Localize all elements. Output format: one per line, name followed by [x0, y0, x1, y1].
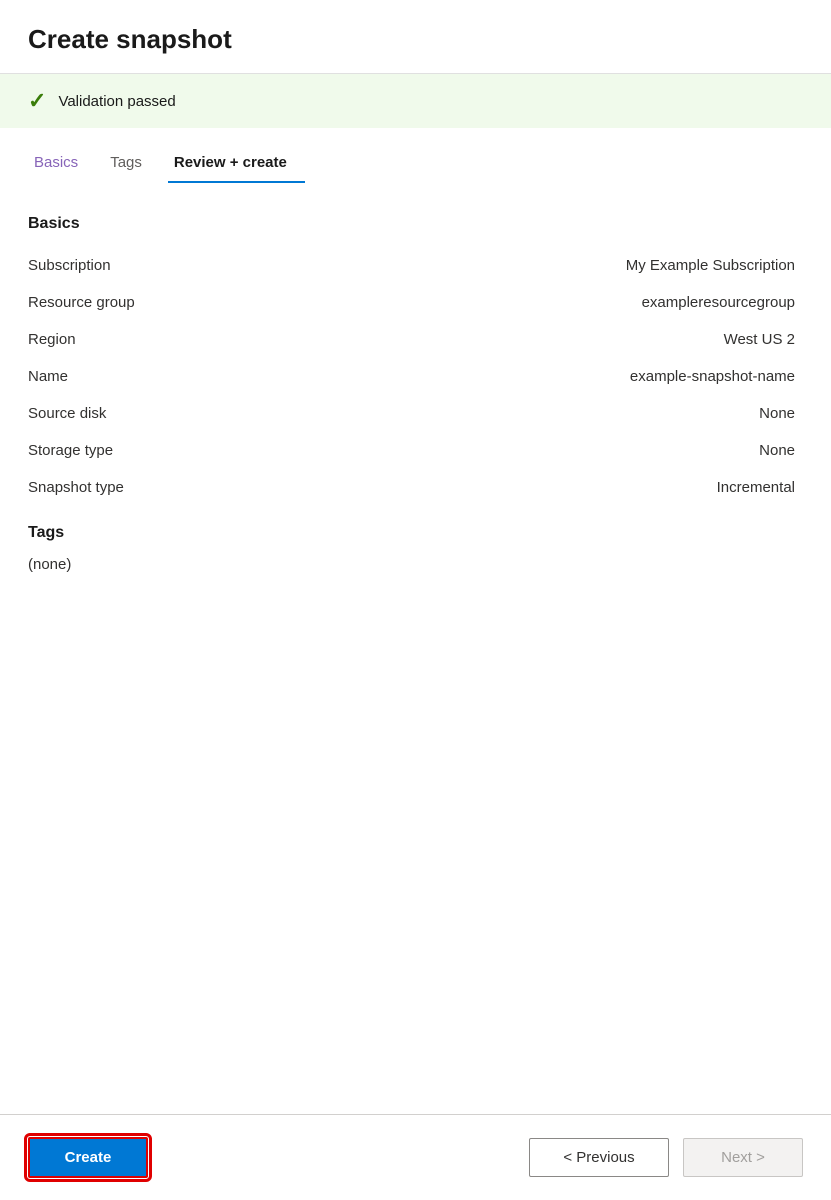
- tab-review-create[interactable]: Review + create: [168, 146, 305, 183]
- value-snapshot-type: Incremental: [288, 479, 803, 496]
- tabs-container: Basics Tags Review + create: [0, 128, 831, 183]
- basics-section-title: Basics: [28, 215, 803, 233]
- value-subscription: My Example Subscription: [288, 257, 803, 274]
- label-subscription: Subscription: [28, 257, 288, 274]
- tags-none-value: (none): [28, 556, 803, 573]
- label-region: Region: [28, 331, 288, 348]
- row-source-disk: Source disk None: [28, 395, 803, 432]
- tags-section-title: Tags: [28, 524, 803, 542]
- value-region: West US 2: [288, 331, 803, 348]
- label-source-disk: Source disk: [28, 405, 288, 422]
- row-resource-group: Resource group exampleresourcegroup: [28, 284, 803, 321]
- check-icon: ✓: [28, 88, 46, 114]
- content-area: Basics Subscription My Example Subscript…: [0, 187, 831, 1114]
- row-region: Region West US 2: [28, 321, 803, 358]
- value-name: example-snapshot-name: [288, 368, 803, 385]
- label-snapshot-type: Snapshot type: [28, 479, 288, 496]
- row-name: Name example-snapshot-name: [28, 358, 803, 395]
- previous-button[interactable]: < Previous: [529, 1138, 669, 1177]
- create-button[interactable]: Create: [28, 1137, 148, 1178]
- value-source-disk: None: [288, 405, 803, 422]
- label-storage-type: Storage type: [28, 442, 288, 459]
- value-resource-group: exampleresourcegroup: [288, 294, 803, 311]
- row-snapshot-type: Snapshot type Incremental: [28, 469, 803, 506]
- validation-text: Validation passed: [58, 93, 175, 110]
- page-title: Create snapshot: [28, 24, 803, 55]
- tab-basics[interactable]: Basics: [28, 146, 96, 183]
- next-button: Next >: [683, 1138, 803, 1177]
- row-storage-type: Storage type None: [28, 432, 803, 469]
- tab-tags[interactable]: Tags: [104, 146, 160, 183]
- footer-actions: Create < Previous Next >: [0, 1115, 831, 1200]
- label-name: Name: [28, 368, 288, 385]
- row-subscription: Subscription My Example Subscription: [28, 247, 803, 284]
- value-storage-type: None: [288, 442, 803, 459]
- validation-banner: ✓ Validation passed: [0, 74, 831, 128]
- page-container: Create snapshot ✓ Validation passed Basi…: [0, 0, 831, 1200]
- page-header: Create snapshot: [0, 0, 831, 74]
- tags-section: Tags (none): [28, 524, 803, 573]
- label-resource-group: Resource group: [28, 294, 288, 311]
